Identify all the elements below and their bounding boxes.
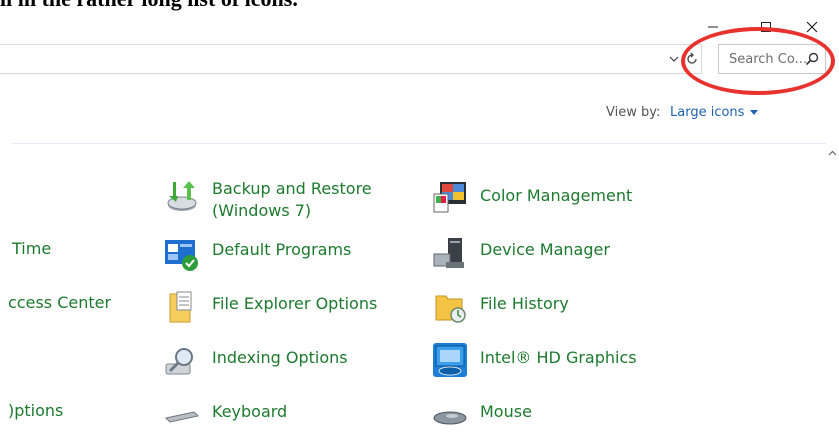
scroll-up-button[interactable] — [827, 148, 837, 158]
chevron-up-icon — [828, 150, 836, 155]
item-file-history[interactable]: File History — [432, 290, 692, 326]
header-divider — [12, 143, 826, 144]
view-by-value: Large icons — [670, 105, 745, 120]
search-input[interactable]: Search Co... — [718, 44, 826, 74]
title-bar — [0, 12, 839, 40]
item-color-management[interactable]: Color Management — [432, 180, 692, 216]
item-mouse[interactable]: Mouse — [432, 398, 692, 434]
chevron-down-icon — [669, 56, 679, 62]
item-file-explorer-options[interactable]: File Explorer Options — [164, 290, 394, 326]
address-row: Search Co... — [0, 44, 839, 76]
refresh-button[interactable] — [684, 51, 700, 67]
left-item-3-label[interactable]: )ptions — [8, 400, 63, 422]
file-history-label: File History — [480, 294, 569, 313]
search-icon[interactable] — [805, 52, 819, 66]
device-manager-label: Device Manager — [480, 240, 610, 259]
mouse-icon — [433, 411, 467, 425]
maximize-icon — [761, 22, 771, 32]
keyboard-label: Keyboard — [212, 402, 288, 421]
vertical-scrollbar[interactable] — [826, 144, 839, 434]
item-keyboard[interactable]: Keyboard — [164, 398, 394, 434]
item-indexing-options[interactable]: Indexing Options — [164, 344, 394, 380]
item-device-manager[interactable]: Device Manager — [432, 236, 692, 272]
address-history-button[interactable] — [668, 53, 680, 65]
item-intel-graphics[interactable]: Intel® HD Graphics — [432, 342, 692, 380]
caption-text: ll in the rather long list of icons. — [0, 0, 298, 12]
search-placeholder: Search Co... — [729, 52, 807, 67]
backup-restore-icon — [167, 181, 197, 211]
minimize-icon — [708, 26, 718, 28]
address-bar[interactable] — [0, 44, 702, 74]
refresh-icon — [687, 52, 697, 64]
file-history-icon — [435, 295, 466, 323]
backup-restore-label-line1: Backup and Restore — [212, 179, 372, 198]
color-management-label: Color Management — [480, 186, 633, 205]
close-icon — [806, 21, 818, 33]
intel-graphics-icon — [433, 343, 467, 377]
left-item-2-label[interactable]: ccess Center — [8, 292, 111, 314]
default-programs-icon — [165, 240, 198, 271]
view-by-label: View by: — [606, 105, 661, 120]
caret-down-icon — [750, 110, 759, 115]
color-management-icon — [433, 182, 466, 213]
caption-banner: ll in the rather long list of icons. — [0, 0, 839, 12]
close-button[interactable] — [789, 14, 835, 40]
item-backup-restore[interactable]: Backup and Restore (Windows 7) — [164, 178, 394, 222]
left-item-1-label[interactable]: Time — [12, 238, 51, 260]
maximize-button[interactable] — [743, 14, 789, 40]
indexing-options-label: Indexing Options — [212, 348, 348, 367]
default-programs-label: Default Programs — [212, 240, 352, 259]
keyboard-icon — [164, 411, 200, 423]
file-explorer-options-label: File Explorer Options — [212, 294, 378, 313]
backup-restore-label-line2: (Windows 7) — [212, 201, 312, 220]
view-by-control: View by: Large icons — [606, 104, 759, 120]
view-by-dropdown[interactable]: Large icons — [670, 105, 759, 120]
minimize-button[interactable] — [690, 14, 736, 40]
device-manager-icon — [433, 238, 464, 268]
item-default-programs[interactable]: Default Programs — [164, 236, 394, 272]
file-explorer-options-icon — [169, 291, 192, 323]
intel-graphics-label: Intel® HD Graphics — [480, 348, 637, 367]
indexing-options-icon — [165, 348, 193, 375]
mouse-label: Mouse — [480, 402, 532, 421]
